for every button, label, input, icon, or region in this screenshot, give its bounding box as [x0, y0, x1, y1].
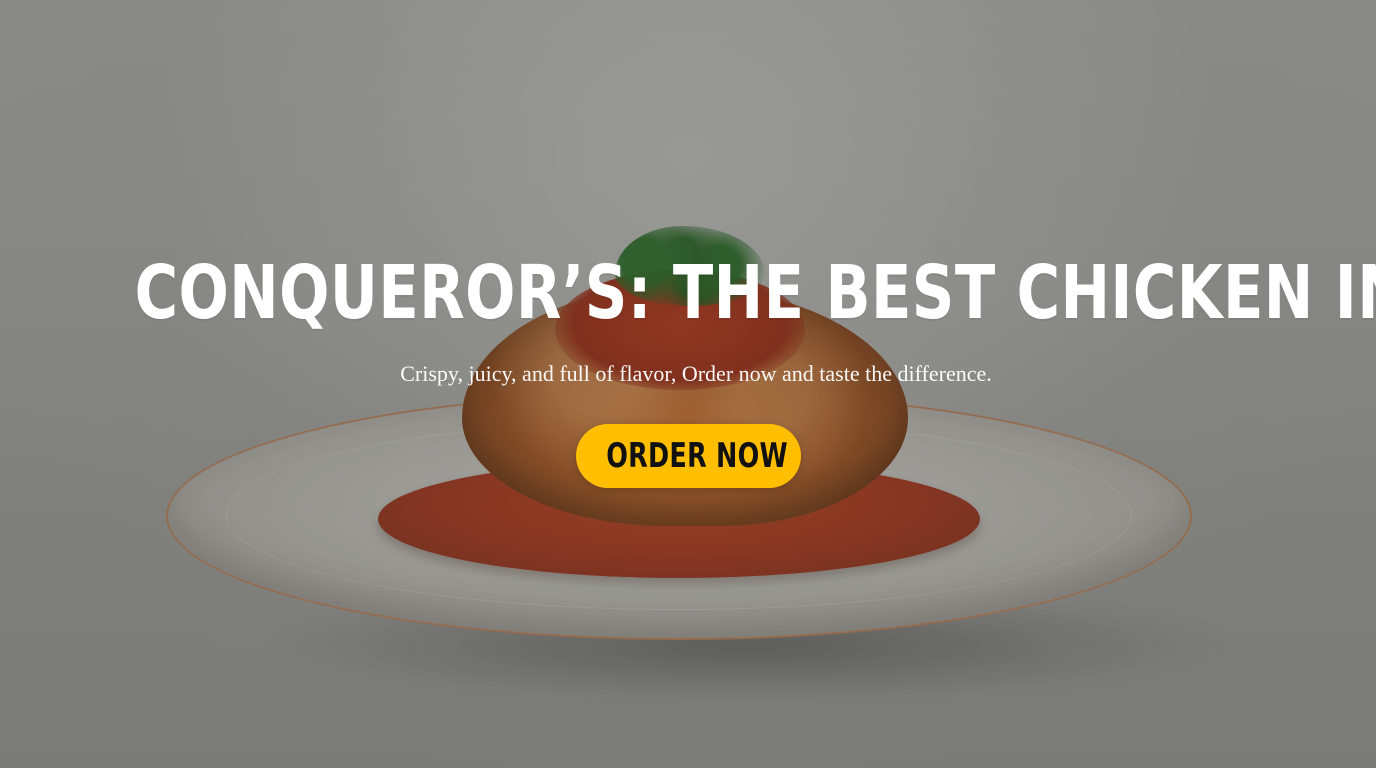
hero-section: CONQUEROR’S: THE BEST CHICKEN IN TOWN Cr… — [0, 0, 1376, 768]
hero-title: CONQUEROR’S: THE BEST CHICKEN IN TOWN — [134, 250, 1376, 336]
hero-subtitle: Crispy, juicy, and full of flavor, Order… — [400, 361, 992, 386]
order-now-label: ORDER NOW — [606, 436, 788, 476]
order-now-button[interactable]: ORDER NOW — [576, 424, 801, 488]
hero-content: CONQUEROR’S: THE BEST CHICKEN IN TOWN Cr… — [0, 0, 1376, 768]
